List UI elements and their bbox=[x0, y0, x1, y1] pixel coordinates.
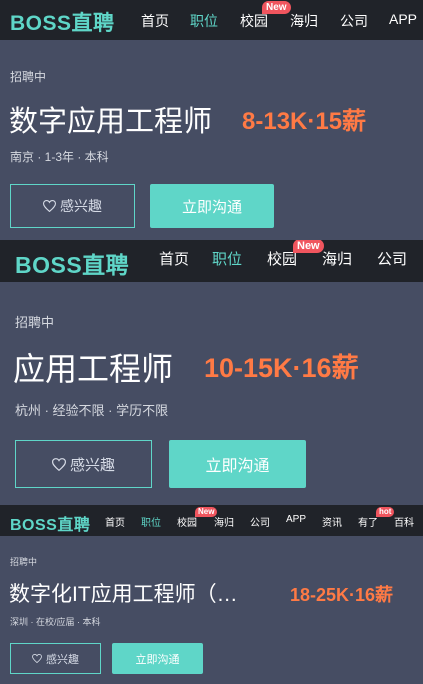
nav-item-news[interactable]: 资讯 bbox=[322, 514, 342, 529]
chat-now-label: 立即沟通 bbox=[135, 653, 180, 666]
nav-item-campus[interactable]: 校园 bbox=[240, 11, 268, 31]
nav-item-home[interactable]: 首页 bbox=[159, 248, 189, 269]
chat-now-button[interactable]: 立即沟通 bbox=[112, 643, 203, 674]
status-label: 招聘中 bbox=[15, 315, 55, 330]
nav-item-company[interactable]: 公司 bbox=[377, 248, 407, 269]
job-salary: 18-25K·16薪 bbox=[290, 585, 394, 605]
job-meta: 深圳 · 在校/应届 · 本科 bbox=[10, 617, 101, 627]
job-meta: 杭州 · 经验不限 · 学历不限 bbox=[15, 403, 169, 418]
nav-item-company[interactable]: 公司 bbox=[340, 11, 368, 31]
status-label: 招聘中 bbox=[10, 70, 47, 84]
top-nav: BOSS直聘 首页 职位 校园 New 海归 公司 APP bbox=[0, 0, 423, 40]
chat-now-button[interactable]: 立即沟通 bbox=[169, 440, 306, 488]
boss-logo[interactable]: BOSS直聘 bbox=[10, 7, 115, 37]
job-salary: 8-13K·15薪 bbox=[242, 108, 367, 135]
interest-button[interactable]: 感兴趣 bbox=[15, 440, 152, 488]
nav-item-jobs[interactable]: 职位 bbox=[141, 514, 161, 529]
boss-logo[interactable]: BOSS直聘 bbox=[10, 511, 90, 535]
interest-button[interactable]: 感兴趣 bbox=[10, 643, 101, 674]
job-panel-3: BOSS直聘 首页 职位 校园 New 海归 公司 APP 资讯 有了 hot … bbox=[0, 505, 423, 684]
job-meta: 南京 · 1-3年 · 本科 bbox=[10, 150, 109, 164]
nav-item-jobs[interactable]: 职位 bbox=[190, 11, 218, 31]
job-panel-1: BOSS直聘 首页 职位 校园 New 海归 公司 APP 招聘中 数字应用工程… bbox=[0, 0, 423, 240]
new-badge: New bbox=[262, 1, 291, 14]
nav-item-campus[interactable]: 校园 bbox=[177, 514, 197, 529]
nav-item-overseas[interactable]: 海归 bbox=[290, 11, 318, 31]
chat-now-label: 立即沟通 bbox=[205, 458, 270, 475]
nav-item-jobs[interactable]: 职位 bbox=[212, 248, 242, 269]
job-title: 数字应用工程师 bbox=[9, 106, 213, 138]
interest-button[interactable]: 感兴趣 bbox=[10, 184, 135, 228]
nav-item-youle[interactable]: 有了 bbox=[358, 514, 378, 529]
nav-item-company[interactable]: 公司 bbox=[250, 514, 270, 529]
interest-label: 感兴趣 bbox=[60, 198, 102, 214]
nav-item-overseas[interactable]: 海归 bbox=[214, 514, 234, 529]
interest-label: 感兴趣 bbox=[46, 653, 79, 666]
nav-item-app[interactable]: APP bbox=[389, 11, 417, 27]
top-nav: BOSS直聘 首页 职位 校园 New 海归 公司 bbox=[0, 240, 423, 282]
nav-item-home[interactable]: 首页 bbox=[105, 514, 125, 529]
top-nav: BOSS直聘 首页 职位 校园 New 海归 公司 APP 资讯 有了 hot … bbox=[0, 505, 423, 536]
boss-logo[interactable]: BOSS直聘 bbox=[15, 246, 129, 280]
heart-icon bbox=[32, 654, 42, 663]
nav-item-wiki[interactable]: 百科 bbox=[394, 514, 414, 529]
new-badge: New bbox=[293, 240, 324, 253]
nav-item-overseas[interactable]: 海归 bbox=[322, 248, 352, 269]
heart-icon bbox=[43, 200, 56, 212]
job-title: 数字化IT应用工程师（… bbox=[9, 583, 238, 606]
chat-now-button[interactable]: 立即沟通 bbox=[150, 184, 274, 228]
job-title: 应用工程师 bbox=[13, 351, 174, 387]
job-panel-2: BOSS直聘 首页 职位 校园 New 海归 公司 招聘中 应用工程师 10-1… bbox=[0, 240, 423, 505]
interest-label: 感兴趣 bbox=[69, 456, 115, 474]
nav-item-app[interactable]: APP bbox=[286, 514, 306, 525]
heart-icon bbox=[51, 457, 66, 471]
status-label: 招聘中 bbox=[10, 557, 38, 567]
nav-item-home[interactable]: 首页 bbox=[141, 11, 169, 31]
hot-badge: hot bbox=[376, 507, 395, 517]
job-salary: 10-15K·16薪 bbox=[204, 353, 359, 383]
chat-now-label: 立即沟通 bbox=[181, 198, 242, 216]
